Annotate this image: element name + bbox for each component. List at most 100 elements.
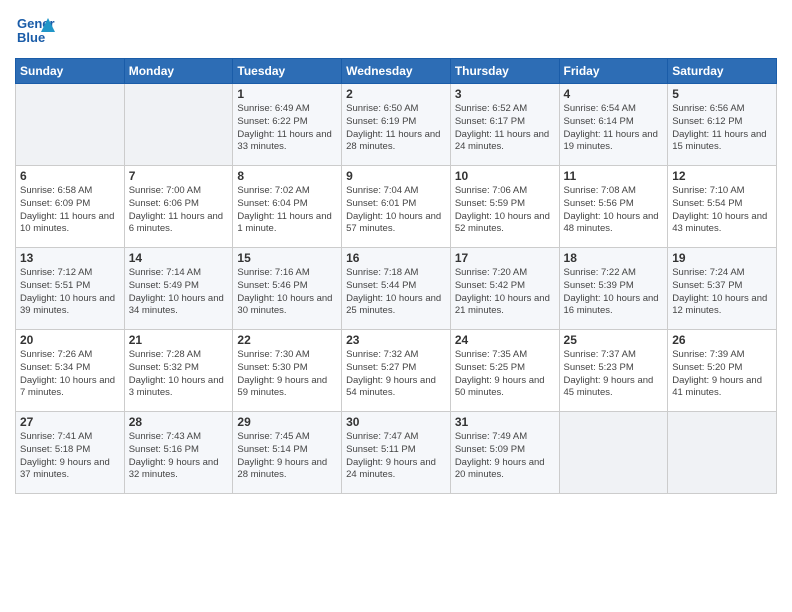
day-info: Sunrise: 6:58 AMSunset: 6:09 PMDaylight:… bbox=[20, 185, 120, 236]
day-number: 24 bbox=[455, 333, 555, 347]
day-number: 28 bbox=[129, 415, 229, 429]
day-cell: 3Sunrise: 6:52 AMSunset: 6:17 PMDaylight… bbox=[450, 84, 559, 166]
day-info: Sunrise: 7:49 AMSunset: 5:09 PMDaylight:… bbox=[455, 431, 555, 482]
day-info: Sunrise: 7:08 AMSunset: 5:56 PMDaylight:… bbox=[564, 185, 664, 236]
day-info: Sunrise: 6:49 AMSunset: 6:22 PMDaylight:… bbox=[237, 103, 337, 154]
day-cell: 2 Sunrise: 6:50 AMSunset: 6:19 PMDaylight… bbox=[342, 84, 451, 166]
day-cell: 10Sunrise: 7:06 AMSunset: 5:59 PMDayligh… bbox=[450, 166, 559, 248]
day-number: 25 bbox=[564, 333, 664, 347]
weekday-header-friday: Friday bbox=[559, 59, 668, 84]
day-info: Sunrise: 7:47 AMSunset: 5:11 PMDaylight:… bbox=[346, 431, 446, 482]
header: General Blue bbox=[15, 10, 777, 50]
day-cell: 27 Sunrise: 7:41 AMSunset: 5:18 PMDayligh… bbox=[16, 412, 125, 494]
day-info: Sunrise: 7:10 AMSunset: 5:54 PMDaylight:… bbox=[672, 185, 772, 236]
day-number: 19 bbox=[672, 251, 772, 265]
day-number: 11 bbox=[564, 169, 664, 183]
calendar-table: SundayMondayTuesdayWednesdayThursdayFrid… bbox=[15, 58, 777, 494]
day-number: 6 bbox=[20, 169, 120, 183]
weekday-row: SundayMondayTuesdayWednesdayThursdayFrid… bbox=[16, 59, 777, 84]
day-cell bbox=[668, 412, 777, 494]
day-number: 14 bbox=[129, 251, 229, 265]
day-info: Sunrise: 6:50 AMSunset: 6:19 PMDaylight:… bbox=[346, 103, 446, 154]
day-cell: 5 Sunrise: 6:56 AMSunset: 6:12 PMDaylight… bbox=[668, 84, 777, 166]
day-cell: 20 Sunrise: 7:26 AMSunset: 5:34 PMDayligh… bbox=[16, 330, 125, 412]
day-number: 26 bbox=[672, 333, 772, 347]
day-cell: 24 Sunrise: 7:35 AMSunset: 5:25 PMDayligh… bbox=[450, 330, 559, 412]
day-cell: 30 Sunrise: 7:47 AMSunset: 5:11 PMDayligh… bbox=[342, 412, 451, 494]
day-number: 20 bbox=[20, 333, 120, 347]
day-number: 27 bbox=[20, 415, 120, 429]
calendar-body: 1 Sunrise: 6:49 AMSunset: 6:22 PMDaylight… bbox=[16, 84, 777, 494]
svg-text:Blue: Blue bbox=[17, 30, 45, 45]
day-info: Sunrise: 7:28 AMSunset: 5:32 PMDaylight:… bbox=[129, 349, 229, 400]
day-cell: 22 Sunrise: 7:30 AMSunset: 5:30 PMDayligh… bbox=[233, 330, 342, 412]
day-number: 9 bbox=[346, 169, 446, 183]
day-info: Sunrise: 7:41 AMSunset: 5:18 PMDaylight:… bbox=[20, 431, 120, 482]
day-cell: 18 Sunrise: 7:22 AMSunset: 5:39 PMDayligh… bbox=[559, 248, 668, 330]
day-cell: 16 Sunrise: 7:18 AMSunset: 5:44 PMDayligh… bbox=[342, 248, 451, 330]
day-cell bbox=[16, 84, 125, 166]
week-row-2: 6 Sunrise: 6:58 AMSunset: 6:09 PMDaylight… bbox=[16, 166, 777, 248]
day-number: 17 bbox=[455, 251, 555, 265]
day-number: 5 bbox=[672, 87, 772, 101]
weekday-header-thursday: Thursday bbox=[450, 59, 559, 84]
day-info: Sunrise: 6:56 AMSunset: 6:12 PMDaylight:… bbox=[672, 103, 772, 154]
day-cell: 21 Sunrise: 7:28 AMSunset: 5:32 PMDayligh… bbox=[124, 330, 233, 412]
week-row-3: 13Sunrise: 7:12 AMSunset: 5:51 PMDayligh… bbox=[16, 248, 777, 330]
day-number: 7 bbox=[129, 169, 229, 183]
day-number: 22 bbox=[237, 333, 337, 347]
week-row-1: 1 Sunrise: 6:49 AMSunset: 6:22 PMDaylight… bbox=[16, 84, 777, 166]
day-cell: 17 Sunrise: 7:20 AMSunset: 5:42 PMDayligh… bbox=[450, 248, 559, 330]
day-cell: 12 Sunrise: 7:10 AMSunset: 5:54 PMDayligh… bbox=[668, 166, 777, 248]
day-number: 3 bbox=[455, 87, 555, 101]
day-info: Sunrise: 7:43 AMSunset: 5:16 PMDaylight:… bbox=[129, 431, 229, 482]
day-number: 2 bbox=[346, 87, 446, 101]
day-number: 21 bbox=[129, 333, 229, 347]
day-cell bbox=[124, 84, 233, 166]
day-cell: 4 Sunrise: 6:54 AMSunset: 6:14 PMDaylight… bbox=[559, 84, 668, 166]
day-number: 29 bbox=[237, 415, 337, 429]
day-cell: 26Sunrise: 7:39 AMSunset: 5:20 PMDayligh… bbox=[668, 330, 777, 412]
day-info: Sunrise: 7:18 AMSunset: 5:44 PMDaylight:… bbox=[346, 267, 446, 318]
day-number: 1 bbox=[237, 87, 337, 101]
day-cell: 14Sunrise: 7:14 AMSunset: 5:49 PMDayligh… bbox=[124, 248, 233, 330]
day-number: 12 bbox=[672, 169, 772, 183]
weekday-header-sunday: Sunday bbox=[16, 59, 125, 84]
weekday-header-saturday: Saturday bbox=[668, 59, 777, 84]
day-number: 23 bbox=[346, 333, 446, 347]
day-info: Sunrise: 6:54 AMSunset: 6:14 PMDaylight:… bbox=[564, 103, 664, 154]
day-cell bbox=[559, 412, 668, 494]
day-info: Sunrise: 7:30 AMSunset: 5:30 PMDaylight:… bbox=[237, 349, 337, 400]
day-info: Sunrise: 7:06 AMSunset: 5:59 PMDaylight:… bbox=[455, 185, 555, 236]
day-number: 18 bbox=[564, 251, 664, 265]
day-info: Sunrise: 7:12 AMSunset: 5:51 PMDaylight:… bbox=[20, 267, 120, 318]
day-info: Sunrise: 7:16 AMSunset: 5:46 PMDaylight:… bbox=[237, 267, 337, 318]
week-row-4: 20 Sunrise: 7:26 AMSunset: 5:34 PMDayligh… bbox=[16, 330, 777, 412]
day-cell: 9 Sunrise: 7:04 AMSunset: 6:01 PMDaylight… bbox=[342, 166, 451, 248]
day-cell: 29Sunrise: 7:45 AMSunset: 5:14 PMDayligh… bbox=[233, 412, 342, 494]
day-info: Sunrise: 7:35 AMSunset: 5:25 PMDaylight:… bbox=[455, 349, 555, 400]
day-number: 15 bbox=[237, 251, 337, 265]
weekday-header-monday: Monday bbox=[124, 59, 233, 84]
day-number: 16 bbox=[346, 251, 446, 265]
day-cell: 8Sunrise: 7:02 AMSunset: 6:04 PMDaylight… bbox=[233, 166, 342, 248]
page: General Blue SundayMondayTuesdayWednesda… bbox=[0, 0, 792, 612]
day-info: Sunrise: 7:22 AMSunset: 5:39 PMDaylight:… bbox=[564, 267, 664, 318]
weekday-header-tuesday: Tuesday bbox=[233, 59, 342, 84]
day-cell: 23Sunrise: 7:32 AMSunset: 5:27 PMDayligh… bbox=[342, 330, 451, 412]
day-number: 4 bbox=[564, 87, 664, 101]
day-cell: 7Sunrise: 7:00 AMSunset: 6:06 PMDaylight… bbox=[124, 166, 233, 248]
day-info: Sunrise: 7:20 AMSunset: 5:42 PMDaylight:… bbox=[455, 267, 555, 318]
calendar-header: SundayMondayTuesdayWednesdayThursdayFrid… bbox=[16, 59, 777, 84]
day-cell: 31Sunrise: 7:49 AMSunset: 5:09 PMDayligh… bbox=[450, 412, 559, 494]
day-cell: 11 Sunrise: 7:08 AMSunset: 5:56 PMDayligh… bbox=[559, 166, 668, 248]
day-number: 30 bbox=[346, 415, 446, 429]
weekday-header-wednesday: Wednesday bbox=[342, 59, 451, 84]
day-cell: 25 Sunrise: 7:37 AMSunset: 5:23 PMDayligh… bbox=[559, 330, 668, 412]
day-cell: 28 Sunrise: 7:43 AMSunset: 5:16 PMDayligh… bbox=[124, 412, 233, 494]
day-info: Sunrise: 7:04 AMSunset: 6:01 PMDaylight:… bbox=[346, 185, 446, 236]
day-info: Sunrise: 7:26 AMSunset: 5:34 PMDaylight:… bbox=[20, 349, 120, 400]
day-info: Sunrise: 7:37 AMSunset: 5:23 PMDaylight:… bbox=[564, 349, 664, 400]
day-cell: 1 Sunrise: 6:49 AMSunset: 6:22 PMDaylight… bbox=[233, 84, 342, 166]
day-cell: 19Sunrise: 7:24 AMSunset: 5:37 PMDayligh… bbox=[668, 248, 777, 330]
